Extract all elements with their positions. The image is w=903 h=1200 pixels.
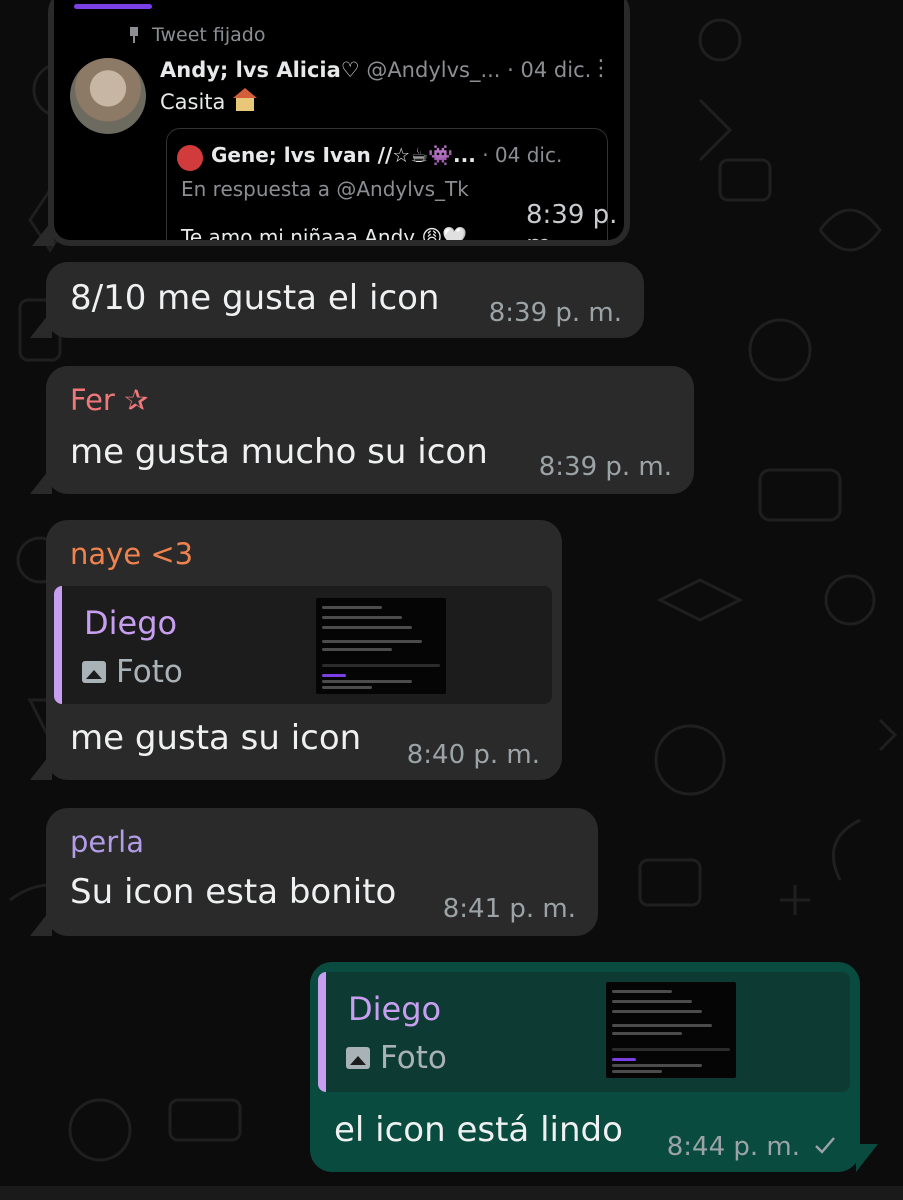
quoted-type: Foto: [346, 1040, 447, 1076]
message-bubble-outgoing[interactable]: Diego Foto el icon está lindo 8:44 p. m.: [310, 962, 860, 1172]
quote-bar: [54, 586, 62, 704]
bottom-edge: [0, 1186, 903, 1200]
avatar: [70, 58, 146, 134]
message-time: 8:41 p. m.: [442, 894, 576, 924]
quoted-type-label: Foto: [116, 654, 183, 690]
quoted-type: Foto: [82, 654, 183, 690]
sent-check-icon: [815, 1137, 835, 1154]
quoted-sender: Diego: [348, 990, 442, 1028]
tweet-date: · 04 dic.: [507, 58, 592, 82]
reply-header: Gene; lvs Ivan //☆☕👾... · 04 dic.: [211, 143, 562, 167]
tweet-handle: @Andylvs_...: [366, 58, 501, 82]
photo-icon: [346, 1047, 370, 1069]
message-text: Su icon esta bonito: [70, 872, 397, 912]
quote-bar: [318, 972, 326, 1092]
message-time: 8:39 p. m.: [488, 298, 622, 328]
tweet-text: Casita: [160, 90, 226, 114]
tweet-screenshot-bubble[interactable]: Tweet fijado Andy; lvs Alicia♡ @Andylvs_…: [32, 0, 630, 246]
sender-name: perla: [70, 825, 145, 859]
house-icon: [233, 88, 258, 111]
message-bubble[interactable]: naye <3 Diego Foto me gusta su icon 8:40…: [30, 520, 562, 780]
tweet-header: Andy; lvs Alicia♡ @Andylvs_... · 04 dic.: [160, 58, 591, 82]
pinned-label-row: Tweet fijado: [128, 24, 265, 46]
quoted-message[interactable]: Diego Foto: [54, 586, 552, 704]
message-time: 8:44 p. m.: [666, 1132, 800, 1162]
sender-name: Fer ✰: [70, 383, 149, 417]
quoted-type-label: Foto: [380, 1040, 447, 1076]
quoted-message[interactable]: Diego Foto: [318, 972, 850, 1092]
reply-text: Te amo mi niñaaa Andy 😩🤍: [181, 225, 468, 240]
tab-indicator: [74, 4, 152, 9]
message-text: 8/10 me gusta el icon: [70, 278, 440, 318]
reply-author: Gene; lvs Ivan //☆☕👾...: [211, 143, 476, 167]
message-bubble[interactable]: Fer ✰ me gusta mucho su icon 8:39 p. m.: [30, 366, 694, 494]
message-bubble[interactable]: 8/10 me gusta el icon 8:39 p. m.: [30, 262, 644, 338]
more-options-icon: ⋮: [590, 56, 612, 81]
photo-thumbnail[interactable]: [316, 598, 446, 694]
photo-thumbnail[interactable]: [606, 982, 736, 1078]
message-time: 8:39 p. m.: [526, 200, 618, 240]
tweet-author: Andy; lvs Alicia♡: [160, 58, 360, 82]
reply-date: · 04 dic.: [482, 143, 563, 167]
message-text: me gusta mucho su icon: [70, 432, 488, 472]
message-time: 8:40 p. m.: [406, 740, 540, 770]
reply-avatar: [177, 145, 203, 171]
pin-icon: [128, 27, 140, 43]
reply-to: En respuesta a @Andylvs_Tk: [181, 177, 469, 201]
tweet-text-row: Casita: [160, 88, 258, 114]
photo-icon: [82, 661, 106, 683]
sender-name: naye <3: [70, 537, 194, 571]
quoted-sender: Diego: [84, 604, 178, 642]
message-bubble[interactable]: perla Su icon esta bonito 8:41 p. m.: [30, 808, 598, 936]
message-text: el icon está lindo: [334, 1110, 623, 1150]
message-text: me gusta su icon: [70, 718, 362, 758]
pinned-label: Tweet fijado: [152, 24, 266, 46]
tweet-screenshot-image[interactable]: Tweet fijado Andy; lvs Alicia♡ @Andylvs_…: [54, 0, 624, 240]
message-time: 8:39 p. m.: [538, 452, 672, 482]
